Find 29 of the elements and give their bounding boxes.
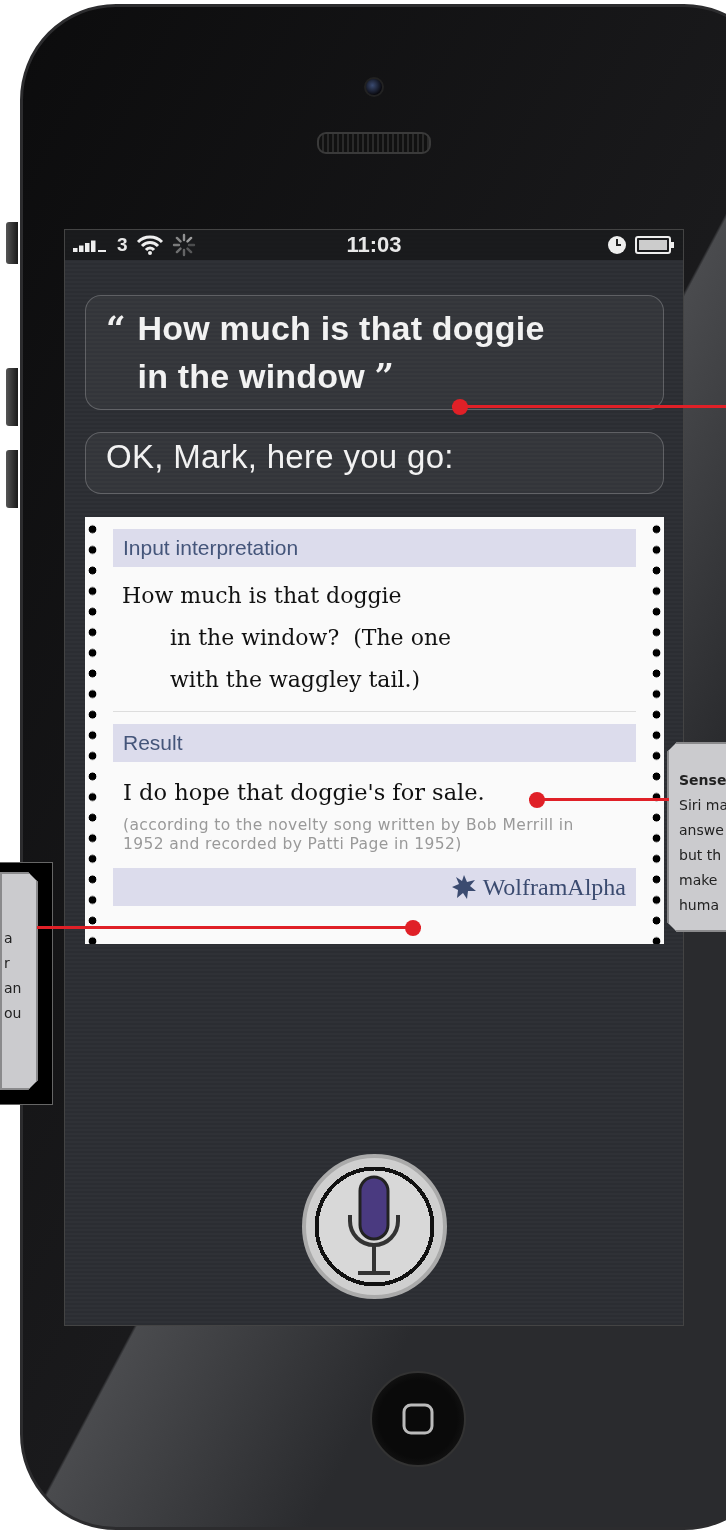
query-text: How much is that doggie in the window? (The one with the waggley tail.) xyxy=(113,567,636,712)
note-text: (according to the novelty song written by Bob Merrill in 1952 and recorded by Patti Page in 1952) xyxy=(122,815,575,855)
callout-text: make xyxy=(679,871,719,890)
camera-icon xyxy=(364,77,384,97)
battery-icon xyxy=(635,236,675,254)
alarm-clock-icon xyxy=(607,235,627,255)
callout-text: r xyxy=(4,954,11,973)
section-title: Result xyxy=(123,731,183,755)
status-time: 11:03 xyxy=(346,232,402,258)
loading-spinner-icon xyxy=(171,233,196,257)
reply-text: OK, Mark, here you go: xyxy=(106,439,454,475)
callout-text: Siri ma xyxy=(679,796,726,815)
callout-text: ou xyxy=(4,1004,23,1023)
wifi-icon xyxy=(135,235,164,255)
callout-text: huma xyxy=(679,896,720,915)
carrier-text: 3 xyxy=(117,234,128,256)
signal-icon xyxy=(73,238,109,252)
callout-text: an xyxy=(4,979,23,998)
section-title: Input interpretation xyxy=(123,536,299,560)
rounded-square-icon xyxy=(401,1402,435,1436)
user-query: How much is that doggie in the window ” xyxy=(137,308,546,398)
open-quote: “ xyxy=(106,307,126,350)
callout-title: Sense xyxy=(679,771,726,790)
brand-logo-text: WolframAlpha xyxy=(482,873,626,901)
answer-text: I do hope that doggie's for sale. xyxy=(123,778,485,807)
callout-text: but th xyxy=(679,846,723,865)
callout-text: a xyxy=(4,929,14,948)
callout-text: answe xyxy=(679,821,725,840)
starburst-logo-icon xyxy=(450,874,477,900)
